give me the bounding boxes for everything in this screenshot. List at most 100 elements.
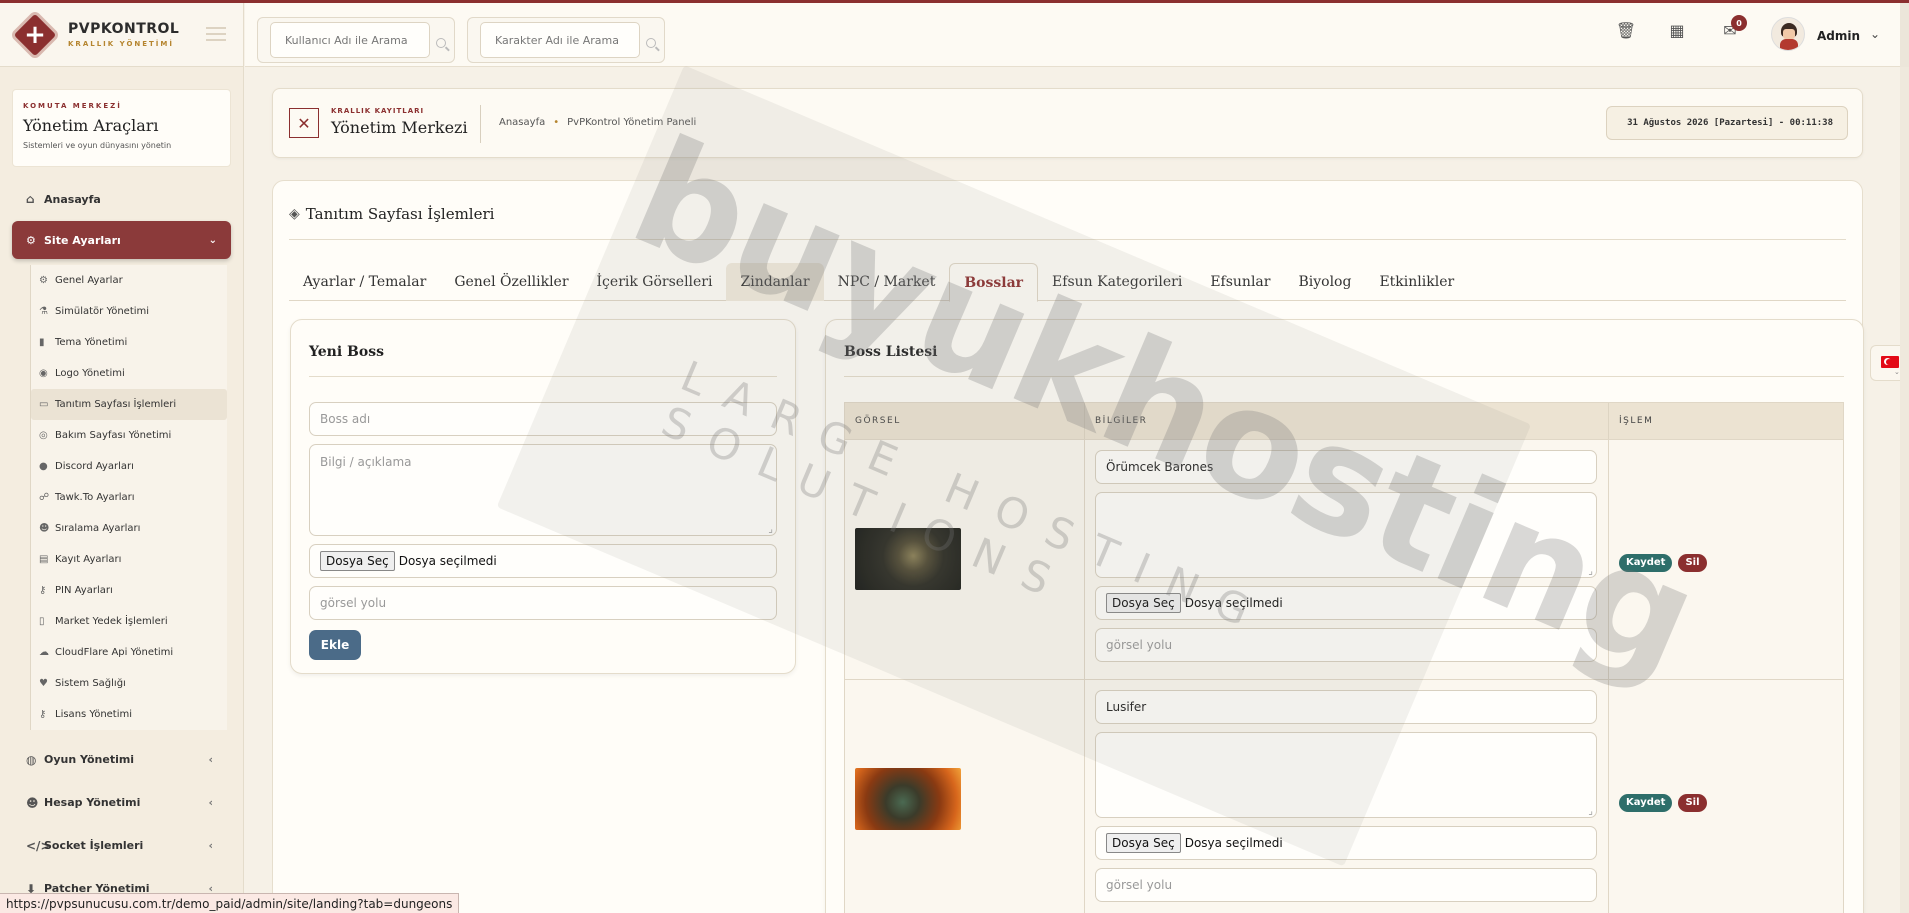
header-scrollbar	[1900, 3, 1909, 67]
boss-image-path-input[interactable]: görsel yolu	[309, 586, 777, 620]
users-icon: ☻	[39, 523, 50, 534]
search-icon[interactable]	[646, 38, 656, 48]
admin-name[interactable]: Admin	[1817, 29, 1860, 43]
save-button[interactable]: Kaydet	[1619, 554, 1673, 572]
boss-image-file-input[interactable]: Dosya Seç Dosya seçilmedi	[309, 544, 777, 578]
column-header: BİLGİLER	[1085, 403, 1609, 439]
boss-description-textarea[interactable]	[1095, 492, 1597, 578]
boss-name-input[interactable]: Boss adı	[309, 402, 777, 436]
sidebar-item-site-settings[interactable]: ⚙ Site Ayarları ⌄	[12, 221, 231, 259]
character-search-box: Karakter Adı ile Arama	[467, 17, 665, 63]
save-button[interactable]: Kaydet	[1619, 794, 1673, 812]
mail-icon[interactable]: ✉ 0	[1719, 15, 1747, 43]
submenu-item-market-backup[interactable]: ▯ Market Yedek İşlemleri	[31, 606, 227, 637]
file-status: Dosya seçilmedi	[1184, 836, 1283, 850]
sidebar-item-game[interactable]: ◍ Oyun Yönetimi ‹	[0, 738, 243, 781]
flask-icon: ⚗	[39, 306, 48, 317]
tab-dungeons[interactable]: Zindanlar	[726, 263, 824, 301]
choose-file-button[interactable]: Dosya Seç	[1106, 593, 1181, 613]
breadcrumb-link-panel[interactable]: PvPKontrol Yönetim Paneli	[567, 117, 696, 128]
close-icon[interactable]: ✕	[289, 108, 319, 138]
submenu-item-discord[interactable]: ● Discord Ayarları	[31, 451, 227, 482]
handshake-icon: ☍	[39, 492, 50, 503]
tab-biologist[interactable]: Biyolog	[1284, 263, 1365, 301]
new-boss-panel: Yeni Boss Boss adı Bilgi / açıklama Dosy…	[290, 319, 796, 674]
chevron-down-icon: ⌄	[1894, 368, 1900, 376]
chevron-down-icon: ⌄	[208, 234, 217, 246]
submenu-item-pin[interactable]: ⚷ PIN Ayarları	[31, 575, 227, 606]
trash-icon[interactable]: 🗑	[1615, 21, 1637, 43]
user-search-input[interactable]: Kullanıcı Adı ile Arama	[270, 22, 430, 58]
column-header: GÖRSEL	[845, 403, 1085, 439]
submenu-item-license[interactable]: ⚷ Lisans Yönetimi	[31, 699, 227, 730]
divider	[309, 376, 777, 377]
command-card: KOMUTA MERKEZİ Yönetim Araçları Sistemle…	[12, 89, 231, 167]
section-title: ◈ Tanıtım Sayfası İşlemleri	[289, 205, 494, 223]
tab-general-features[interactable]: Genel Özellikler	[440, 263, 582, 301]
new-boss-title: Yeni Boss	[309, 344, 384, 360]
file-status: Dosya seçilmedi	[1184, 596, 1283, 610]
boss-image-path-input[interactable]: görsel yolu	[1095, 628, 1597, 662]
submenu-item-theme[interactable]: ▮ Tema Yönetimi	[31, 327, 227, 358]
search-icon[interactable]	[436, 38, 446, 48]
delete-button[interactable]: Sil	[1678, 794, 1707, 812]
tab-bonus-categories[interactable]: Efsun Kategorileri	[1038, 263, 1196, 301]
submenu-item-register[interactable]: ▤ Kayıt Ayarları	[31, 544, 227, 575]
eye-icon: ◉	[39, 368, 48, 379]
sidebar: + PVPKONTROL KRALLIK YÖNETİMİ KOMUTA MER…	[0, 3, 244, 913]
table-row: Örümcek Barones Dosya Seç Dosya seçilmed…	[845, 439, 1843, 679]
notification-badge: 0	[1731, 15, 1747, 31]
tab-bosses[interactable]: Bosslar	[949, 263, 1039, 302]
submenu-item-landing[interactable]: ▭ Tanıtım Sayfası İşlemleri	[31, 389, 227, 420]
submenu-item-tawkto[interactable]: ☍ Tawk.To Ayarları	[31, 482, 227, 513]
submenu-item-logo[interactable]: ◉ Logo Yönetimi	[31, 358, 227, 389]
boss-name-input[interactable]: Örümcek Barones	[1095, 450, 1597, 484]
submenu-site-settings: ⚙ Genel Ayarlar ⚗ Simülatör Yönetimi ▮ Tema…	[30, 265, 227, 730]
tab-bonuses[interactable]: Efsunlar	[1196, 263, 1284, 301]
microphone-icon: ●	[39, 461, 48, 472]
submenu-item-ranking[interactable]: ☻ Sıralama Ayarları	[31, 513, 227, 544]
tab-content-images[interactable]: İçerik Görselleri	[583, 263, 727, 301]
character-search-input[interactable]: Karakter Adı ile Arama	[480, 22, 640, 58]
choose-file-button[interactable]: Dosya Seç	[320, 551, 395, 571]
eye-slash-icon: ◎	[39, 430, 48, 441]
home-icon: ⌂	[26, 192, 35, 206]
add-boss-button[interactable]: Ekle	[309, 630, 361, 660]
boss-image-file-input[interactable]: Dosya Seç Dosya seçilmedi	[1095, 586, 1597, 620]
divider	[844, 376, 1844, 377]
boss-image-file-input[interactable]: Dosya Seç Dosya seçilmedi	[1095, 826, 1597, 860]
avatar[interactable]	[1771, 17, 1805, 51]
tab-settings-themes[interactable]: Ayarlar / Temalar	[289, 263, 440, 301]
brand-subtitle: KRALLIK YÖNETİMİ	[68, 40, 174, 48]
submenu-item-simulator[interactable]: ⚗ Simülatör Yönetimi	[31, 296, 227, 327]
menu-toggle-icon[interactable]	[206, 27, 226, 41]
breadcrumb-link-home[interactable]: Anasayfa	[499, 117, 545, 128]
submenu-item-maintenance[interactable]: ◎ Bakım Sayfası Yönetimi	[31, 420, 227, 451]
sidebar-item-home[interactable]: ⌂ Anasayfa	[0, 179, 243, 219]
submenu-item-cloudflare[interactable]: ☁ CloudFlare Api Yönetimi	[31, 637, 227, 668]
tab-events[interactable]: Etkinlikler	[1365, 263, 1468, 301]
delete-button[interactable]: Sil	[1678, 554, 1707, 572]
turkey-flag-icon	[1881, 356, 1899, 368]
submenu-item-system-health[interactable]: ♥ Sistem Sağlığı	[31, 668, 227, 699]
boss-list-title: Boss Listesi	[844, 344, 938, 360]
page-scrollbar[interactable]	[1900, 67, 1909, 913]
boss-image-path-input[interactable]: görsel yolu	[1095, 868, 1597, 902]
chevron-down-icon[interactable]: ⌄	[1870, 27, 1880, 41]
boss-table: GÖRSEL BİLGİLER İŞLEM Örümcek Barones Do…	[844, 402, 1844, 913]
brand[interactable]: + PVPKONTROL KRALLIK YÖNETİMİ	[0, 3, 243, 67]
boss-description-textarea[interactable]: Bilgi / açıklama	[309, 444, 777, 536]
tab-npc-market[interactable]: NPC / Market	[824, 263, 950, 301]
choose-file-button[interactable]: Dosya Seç	[1106, 833, 1181, 853]
chevron-left-icon: ‹	[208, 796, 213, 809]
command-title: Yönetim Araçları	[23, 116, 159, 135]
monitor-icon: ▭	[39, 399, 49, 410]
boss-description-textarea[interactable]	[1095, 732, 1597, 818]
sidebar-item-socket[interactable]: </> Socket İşlemleri ‹	[0, 824, 243, 867]
page-title: Yönetim Merkezi	[331, 118, 468, 137]
submenu-item-general[interactable]: ⚙ Genel Ayarlar	[31, 265, 227, 296]
sidebar-item-account[interactable]: ☻ Hesap Yönetimi ‹	[0, 781, 243, 824]
calendar-icon[interactable]: ▦	[1666, 21, 1688, 43]
dot-separator-icon: •	[553, 117, 560, 128]
boss-name-input[interactable]: Lusifer	[1095, 690, 1597, 724]
